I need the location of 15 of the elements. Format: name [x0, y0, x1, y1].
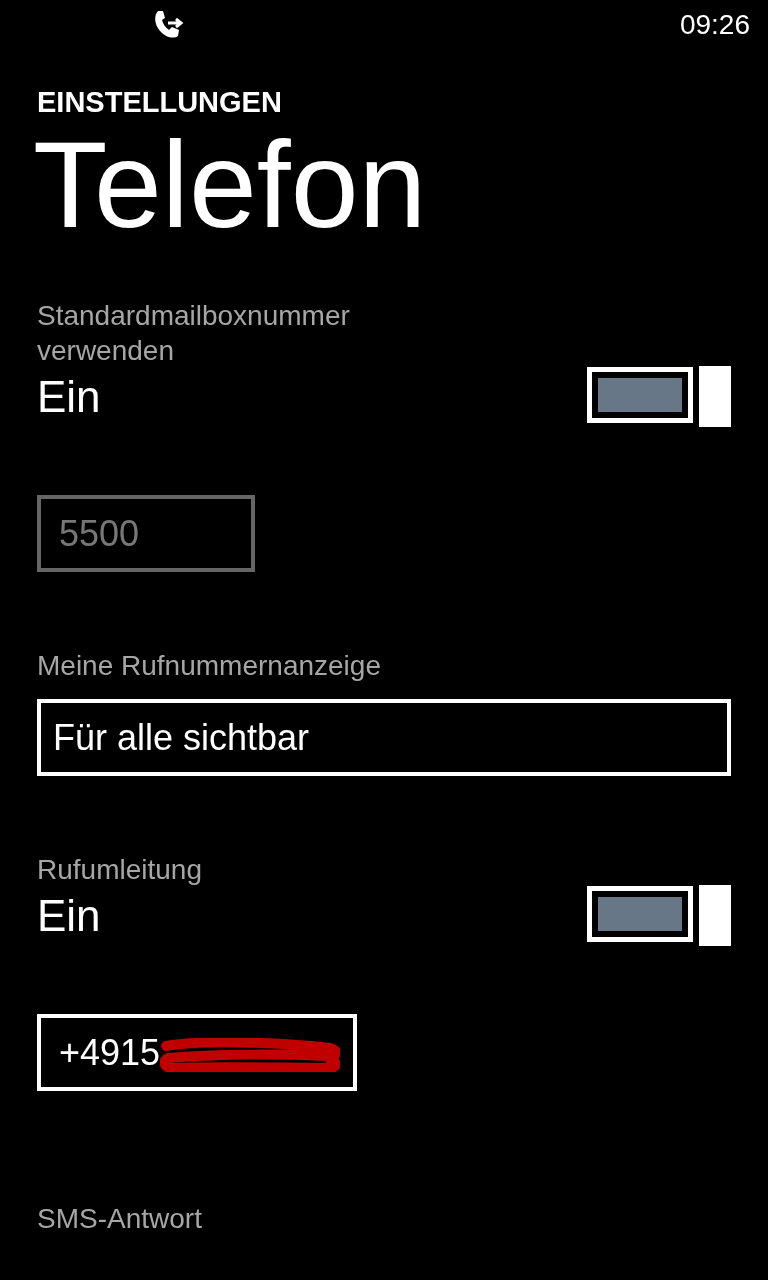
- field-value: +4915: [59, 1030, 161, 1075]
- toggle-switch[interactable]: [587, 885, 731, 946]
- text-field[interactable]: +4915: [37, 1014, 357, 1091]
- toggle-state: Ein: [37, 370, 101, 423]
- section-title: EINSTELLUNGEN: [37, 85, 283, 120]
- field-value: 5500: [59, 511, 140, 556]
- setting-label: Rufumleitung: [37, 853, 203, 887]
- toggle-state: Ein: [37, 889, 101, 942]
- status-time: 09:26: [679, 8, 750, 42]
- page-title: Telefon: [33, 120, 428, 250]
- setting-label: Standardmailboxnummer verwenden: [37, 299, 351, 368]
- toggle-switch[interactable]: [587, 366, 731, 427]
- picker-box[interactable]: Für alle sichtbar: [37, 699, 731, 776]
- setting-label: Meine Rufnummernanzeige: [37, 649, 382, 683]
- setting-label: SMS-Antwort: [37, 1202, 203, 1236]
